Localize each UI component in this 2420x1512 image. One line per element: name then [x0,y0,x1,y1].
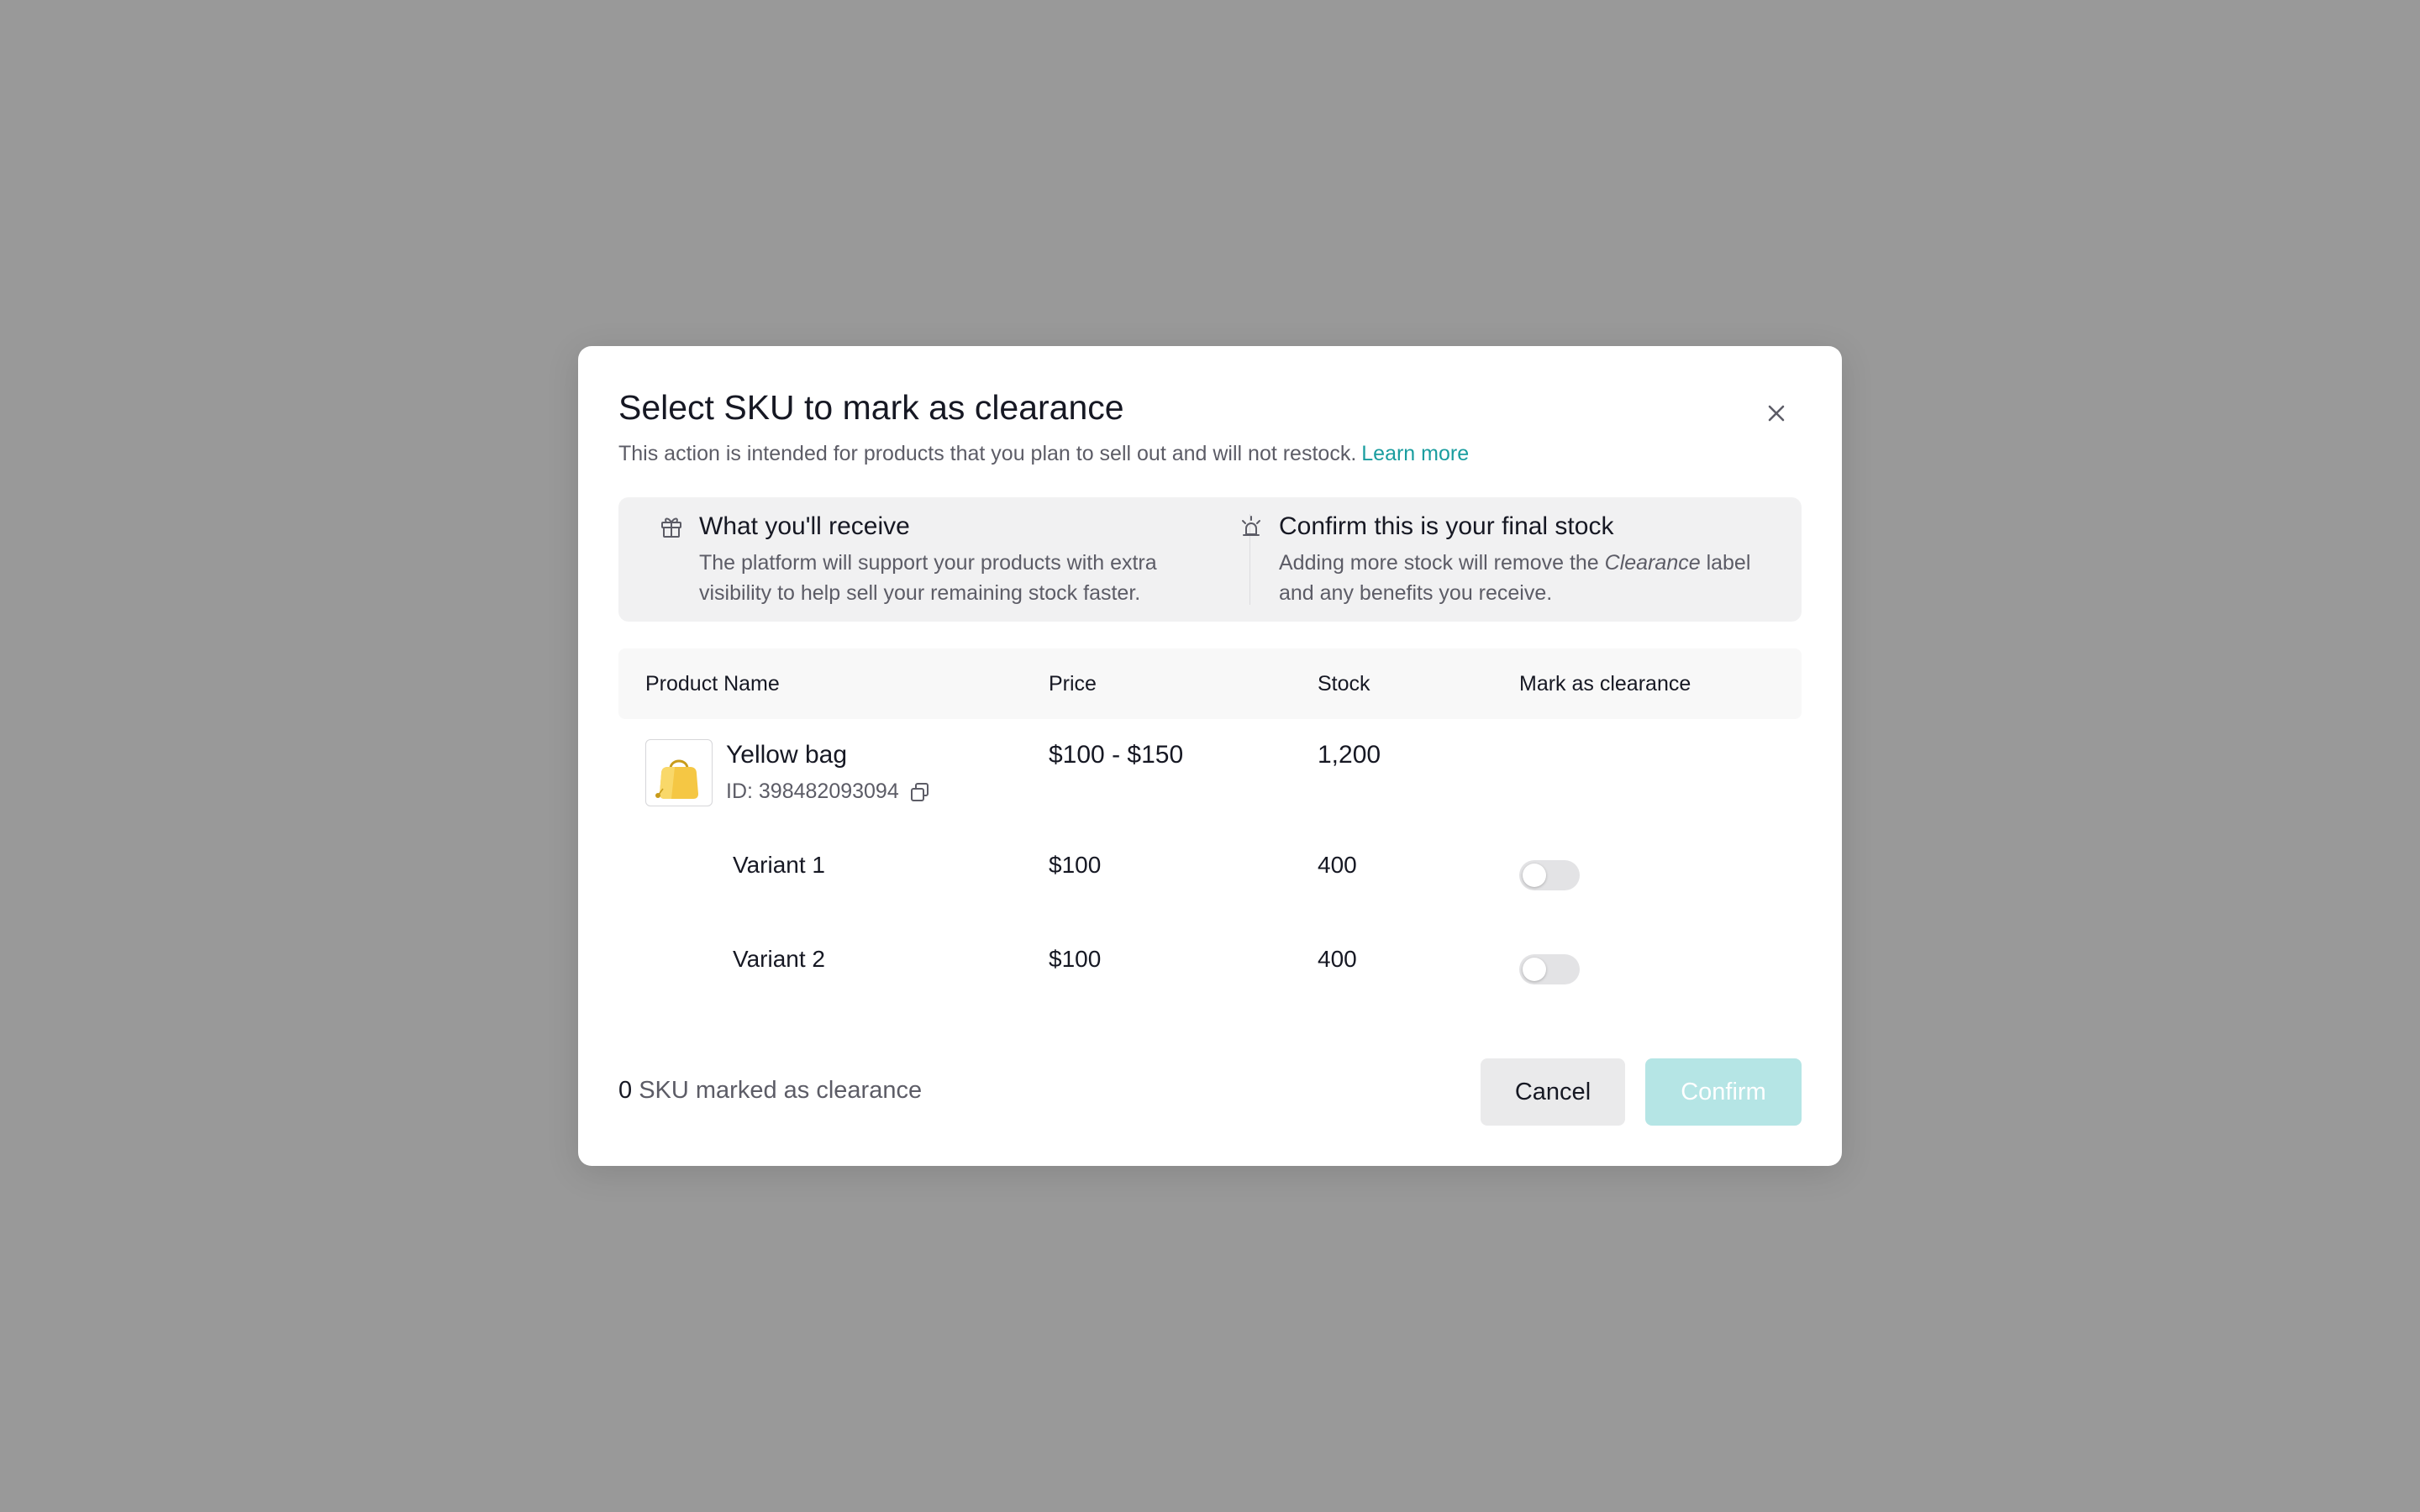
variant-name: Variant 2 [733,946,825,972]
variant-stock: 400 [1318,946,1357,972]
toggle-knob [1523,864,1546,887]
table-header: Product Name Price Stock Mark as clearan… [618,648,1802,719]
learn-more-link[interactable]: Learn more [1361,442,1469,465]
toggle-knob [1523,958,1546,981]
variant-stock: 400 [1318,852,1357,878]
info-receive-title: What you'll receive [699,512,910,540]
product-id-text: ID: 398482093094 [726,780,899,803]
clearance-term: Clearance [1604,551,1701,575]
alert-light-icon [1242,516,1260,536]
info-final-stock-body: Adding more stock will remove the Cleara… [1279,548,1783,608]
clearance-toggle-variant-1[interactable] [1519,860,1580,890]
copy-icon[interactable] [909,781,931,803]
close-icon [1768,405,1785,422]
sku-table: Product Name Price Stock Mark as clearan… [618,648,1802,1011]
product-thumbnail [645,739,713,806]
cancel-button[interactable]: Cancel [1481,1058,1625,1126]
info-final-stock-body-1: Adding more stock will remove the [1279,551,1605,575]
variant-name: Variant 1 [733,852,825,878]
subtitle-text: This action is intended for products tha… [618,442,1357,465]
clearance-toggle-variant-2[interactable] [1519,954,1580,984]
product-stock: 1,200 [1318,741,1381,769]
clearance-modal: Select SKU to mark as clearance This act… [578,346,1842,1166]
selected-count-number: 0 [618,1077,633,1104]
header-product-name: Product Name [645,672,780,696]
variant-row: Variant 1 $100 400 [618,823,1802,917]
close-button[interactable] [1760,396,1793,430]
selected-count: 0 SKU marked as clearance [618,1077,922,1105]
header-stock: Stock [1318,672,1370,696]
modal-title: Select SKU to mark as clearance [618,388,1124,427]
selected-count-label: SKU marked as clearance [639,1077,923,1104]
variant-price: $100 [1049,946,1102,972]
product-row: Yellow bag ID: 398482093094 $100 - $150 … [618,719,1802,823]
info-box: What you'll receive The platform will su… [618,497,1802,622]
product-price: $100 - $150 [1049,741,1184,769]
yellow-bag-image [655,759,698,799]
info-receive-body: The platform will support your products … [699,551,1157,605]
product-name: Yellow bag [726,741,848,769]
gift-icon [661,517,681,538]
product-id: ID: 398482093094 [726,780,931,804]
confirm-button[interactable]: Confirm [1645,1058,1802,1126]
variant-price: $100 [1049,852,1102,878]
info-final-stock-title: Confirm this is your final stock [1279,512,1614,540]
header-mark-clearance: Mark as clearance [1519,672,1691,696]
variant-row: Variant 2 $100 400 [618,917,1802,1011]
header-price: Price [1049,672,1097,696]
modal-subtitle: This action is intended for products tha… [618,442,1469,466]
